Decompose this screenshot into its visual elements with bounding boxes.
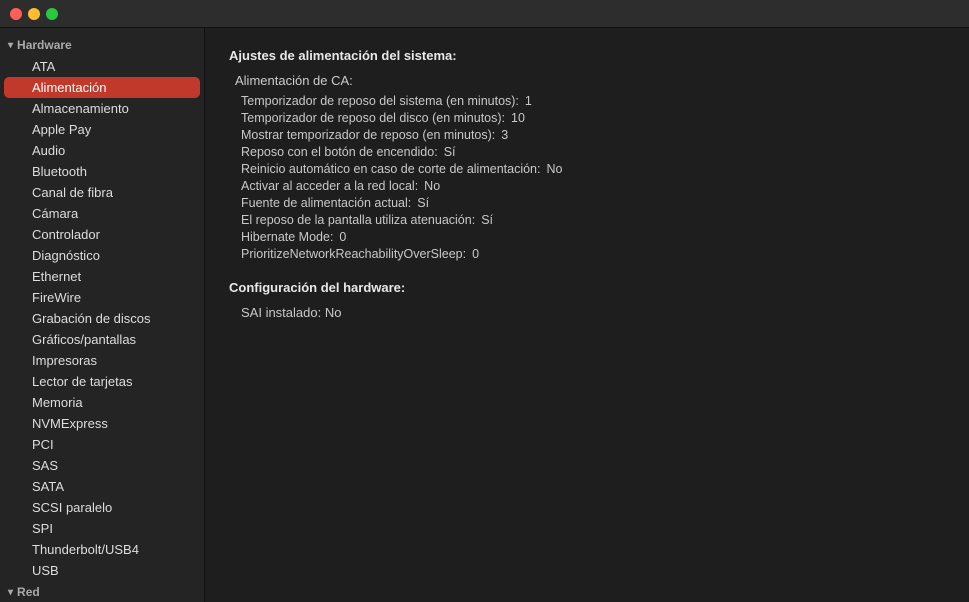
sidebar-item-diagnostico[interactable]: Diagnóstico (4, 245, 200, 266)
sidebar-section-hardware[interactable]: ▾ Hardware (0, 34, 204, 56)
hw-config-section: SAI instalado: No (229, 305, 945, 320)
main-layout: ▾ Hardware ATAAlimentaciónAlmacenamientoAp… (0, 28, 969, 602)
table-row: El reposo de la pantalla utiliza atenuac… (241, 211, 945, 228)
section-label: Red (17, 585, 40, 599)
traffic-lights (10, 8, 58, 20)
chevron-icon: ▾ (8, 587, 13, 598)
maximize-button[interactable] (46, 8, 58, 20)
table-row: PrioritizeNetworkReachabilityOverSleep:0 (241, 245, 945, 262)
sidebar-item-canal-de-fibra[interactable]: Canal de fibra (4, 182, 200, 203)
sidebar-item-lector-de-tarjetas[interactable]: Lector de tarjetas (4, 371, 200, 392)
table-row: Mostrar temporizador de reposo (en minut… (241, 126, 945, 143)
sidebar-item-firewire[interactable]: FireWire (4, 287, 200, 308)
sidebar-item-pci[interactable]: PCI (4, 434, 200, 455)
sidebar-item-nvmexpress[interactable]: NVMExpress (4, 413, 200, 434)
content-area: Ajustes de alimentación del sistema: Alim… (205, 28, 969, 602)
sidebar-item-controlador[interactable]: Controlador (4, 224, 200, 245)
sidebar-item-camara[interactable]: Cámara (4, 203, 200, 224)
sidebar-item-thunderbolt-usb4[interactable]: Thunderbolt/USB4 (4, 539, 200, 560)
hw-config-row: SAI instalado: No (241, 305, 945, 320)
table-row: Activar al acceder a la red local:No (241, 177, 945, 194)
info-value: Sí (444, 145, 456, 159)
table-row: Temporizador de reposo del sistema (en m… (241, 92, 945, 109)
sidebar-item-ethernet[interactable]: Ethernet (4, 266, 200, 287)
info-label: Reposo con el botón de encendido: (241, 145, 444, 159)
table-row: Fuente de alimentación actual:Sí (241, 194, 945, 211)
info-value: No (424, 179, 440, 193)
info-label: El reposo de la pantalla utiliza atenuac… (241, 213, 481, 227)
sidebar-item-spi[interactable]: SPI (4, 518, 200, 539)
info-label: Hibernate Mode: (241, 230, 339, 244)
info-label: Reinicio automático en caso de corte de … (241, 162, 546, 176)
info-value: 1 (525, 94, 532, 108)
info-label: Temporizador de reposo del sistema (en m… (241, 94, 525, 108)
info-label: Temporizador de reposo del disco (en min… (241, 111, 511, 125)
info-value: 0 (339, 230, 346, 244)
sidebar-item-scsi-paralelo[interactable]: SCSI paralelo (4, 497, 200, 518)
sidebar-item-grabacion-de-discos[interactable]: Grabación de discos (4, 308, 200, 329)
table-row: Hibernate Mode:0 (241, 228, 945, 245)
chevron-icon: ▾ (8, 40, 13, 51)
table-row: Reposo con el botón de encendido:Sí (241, 143, 945, 160)
sidebar-item-usb[interactable]: USB (4, 560, 200, 581)
info-value: Sí (417, 196, 429, 210)
sidebar-item-apple-pay[interactable]: Apple Pay (4, 119, 200, 140)
ca-info-table: Temporizador de reposo del sistema (en m… (241, 92, 945, 262)
sidebar-item-ata[interactable]: ATA (4, 56, 200, 77)
table-row: Reinicio automático en caso de corte de … (241, 160, 945, 177)
hw-value: No (325, 305, 342, 320)
info-label: Mostrar temporizador de reposo (en minut… (241, 128, 501, 142)
sidebar-item-graficos-pantallas[interactable]: Gráficos/pantallas (4, 329, 200, 350)
sidebar-item-impresoras[interactable]: Impresoras (4, 350, 200, 371)
info-value: 0 (472, 247, 479, 261)
table-row: Temporizador de reposo del disco (en min… (241, 109, 945, 126)
main-section-title: Ajustes de alimentación del sistema: (229, 48, 945, 63)
sidebar-item-bluetooth[interactable]: Bluetooth (4, 161, 200, 182)
close-button[interactable] (10, 8, 22, 20)
info-label: Activar al acceder a la red local: (241, 179, 424, 193)
info-label: PrioritizeNetworkReachabilityOverSleep: (241, 247, 472, 261)
sidebar: ▾ Hardware ATAAlimentaciónAlmacenamientoAp… (0, 28, 205, 602)
info-value: No (546, 162, 562, 176)
section-label: Hardware (17, 38, 72, 52)
info-value: Sí (481, 213, 493, 227)
hw-config-title: Configuración del hardware: (229, 280, 945, 295)
title-bar (0, 0, 969, 28)
sidebar-item-almacenamiento[interactable]: Almacenamiento (4, 98, 200, 119)
sidebar-section-red[interactable]: ▾ Red (0, 581, 204, 602)
info-label: Fuente de alimentación actual: (241, 196, 417, 210)
ca-section-label: Alimentación de CA: (235, 73, 945, 88)
info-value: 3 (501, 128, 508, 142)
hw-label: SAI instalado: (241, 305, 321, 320)
sidebar-item-sas[interactable]: SAS (4, 455, 200, 476)
sidebar-item-memoria[interactable]: Memoria (4, 392, 200, 413)
sidebar-item-audio[interactable]: Audio (4, 140, 200, 161)
sidebar-item-alimentacion[interactable]: Alimentación (4, 77, 200, 98)
minimize-button[interactable] (28, 8, 40, 20)
sidebar-item-sata[interactable]: SATA (4, 476, 200, 497)
info-value: 10 (511, 111, 525, 125)
